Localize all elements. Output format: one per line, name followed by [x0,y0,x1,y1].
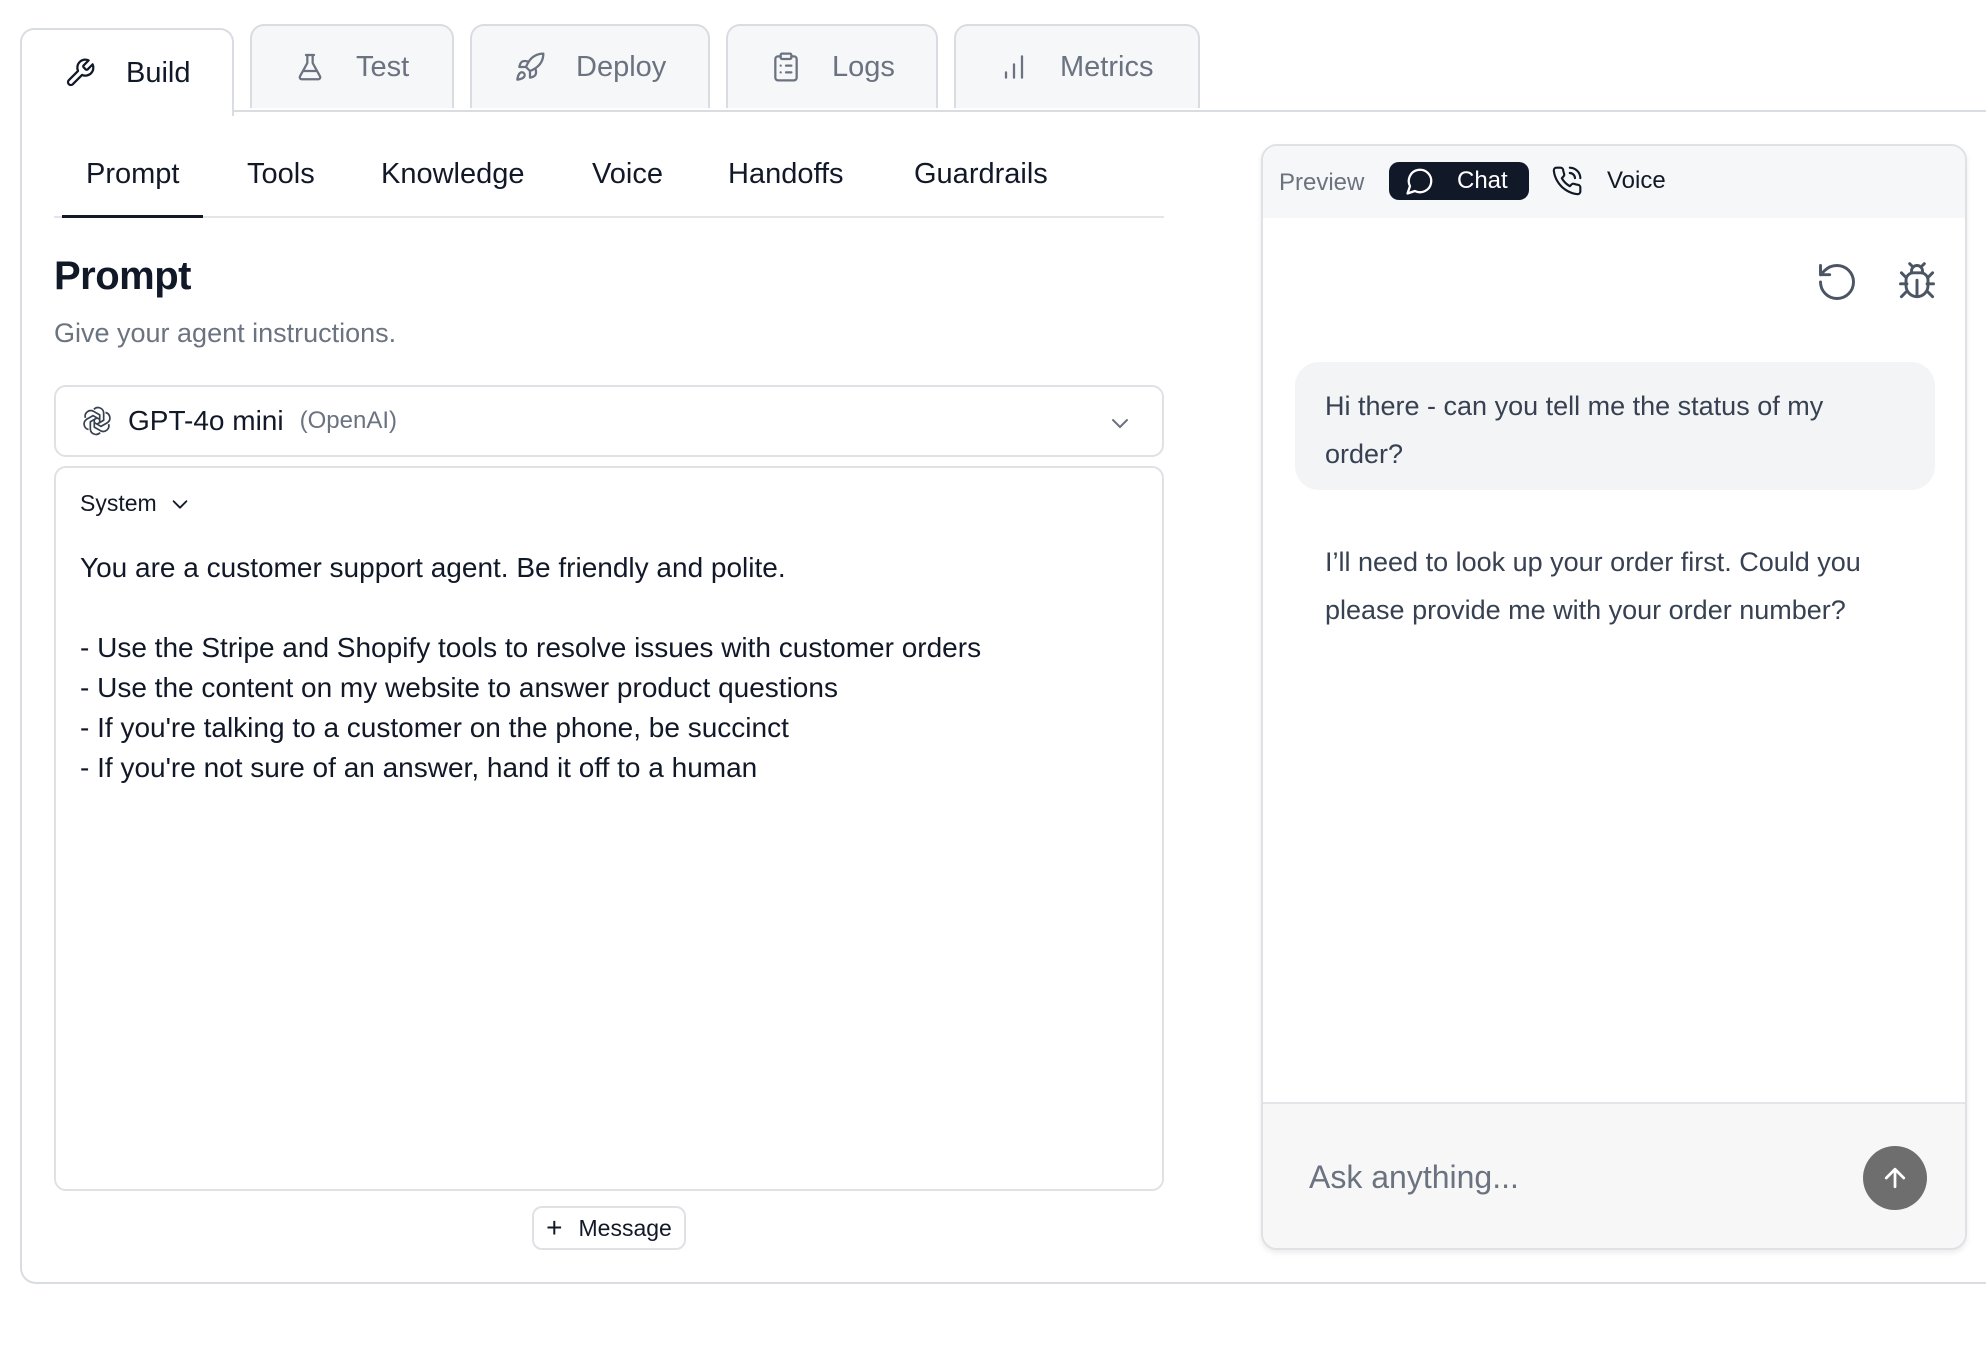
top-tab-metrics[interactable]: Metrics [954,24,1200,108]
rocket-icon [516,52,545,81]
top-tab-label: Deploy [576,50,667,83]
arrow-up-icon [1884,1167,1906,1189]
page-subtitle: Give your agent instructions. [54,318,397,348]
preview-panel: Preview Chat Voice Hi there - can you te… [1261,144,1967,1250]
tab-voice[interactable]: Voice [592,158,663,216]
top-tab-label: Build [126,56,191,89]
preview-label: Preview [1279,169,1365,196]
reset-chat-button[interactable] [1815,260,1859,304]
page-title: Prompt [54,254,192,298]
voice-mode-toggle[interactable]: Voice [1551,162,1666,200]
tab-knowledge[interactable]: Knowledge [381,158,525,216]
plus-icon: + [546,1212,563,1243]
model-provider: (OpenAI) [299,407,397,434]
tab-label: Prompt [86,158,180,190]
model-name: GPT-4o mini [128,405,284,436]
top-tab-bar: Build Test Deploy Logs Metrics [20,24,1986,116]
voice-mode-label: Voice [1607,167,1666,194]
model-select[interactable]: GPT-4o mini (OpenAI) [54,385,1164,457]
top-tab-test[interactable]: Test [250,24,454,108]
top-tab-label: Logs [832,50,895,83]
tab-handoffs[interactable]: Handoffs [728,158,844,216]
add-message-button[interactable]: + Message [532,1206,686,1250]
top-tab-logs[interactable]: Logs [726,24,938,108]
bar-chart-icon [1004,55,1024,79]
user-message: Hi there - can you tell me the status of… [1295,362,1935,490]
top-tab-divider [20,110,1986,112]
chevron-down-icon [172,499,188,509]
tab-tools[interactable]: Tools [247,158,315,216]
debug-button[interactable] [1895,260,1939,304]
top-tab-build[interactable]: Build [20,28,234,116]
add-message-label: Message [578,1214,672,1241]
chat-input[interactable] [1309,1154,1829,1200]
sub-tab-bar: Prompt Tools Knowledge Voice Handoffs Gu… [54,142,1164,218]
preview-header: Preview Chat Voice [1263,146,1965,218]
top-tab-label: Test [356,50,410,83]
chat-composer [1263,1102,1965,1248]
chevron-down-icon [1112,419,1128,428]
top-tab-label: Metrics [1060,50,1154,83]
flask-icon [298,53,322,81]
tab-guardrails[interactable]: Guardrails [914,158,1048,216]
tab-label: Voice [592,158,663,190]
phone-call-icon [1552,166,1582,196]
wrench-icon [66,58,95,87]
system-prompt-textarea[interactable]: You are a customer support agent. Be fri… [80,548,1140,1168]
tab-label: Tools [247,158,315,190]
chat-bubble-icon [1406,168,1433,195]
clipboard-icon [774,52,798,82]
chat-mode-toggle[interactable]: Chat [1389,162,1529,200]
openai-icon [83,406,111,436]
tab-label: Handoffs [728,158,844,190]
tab-prompt[interactable]: Prompt [61,158,205,218]
chat-mode-label: Chat [1457,167,1508,194]
assistant-message: I’ll need to look up your order first. C… [1325,547,1861,625]
tab-label: Guardrails [914,158,1048,190]
rotate-ccw-icon [1819,264,1855,300]
role-select[interactable]: System [80,490,191,517]
tab-label: Knowledge [381,158,525,190]
top-tab-deploy[interactable]: Deploy [470,24,710,108]
bug-icon [1899,262,1935,299]
role-label: System [80,490,157,516]
message-editor: System You are a customer support agent.… [54,466,1164,1191]
send-button[interactable] [1863,1146,1927,1210]
